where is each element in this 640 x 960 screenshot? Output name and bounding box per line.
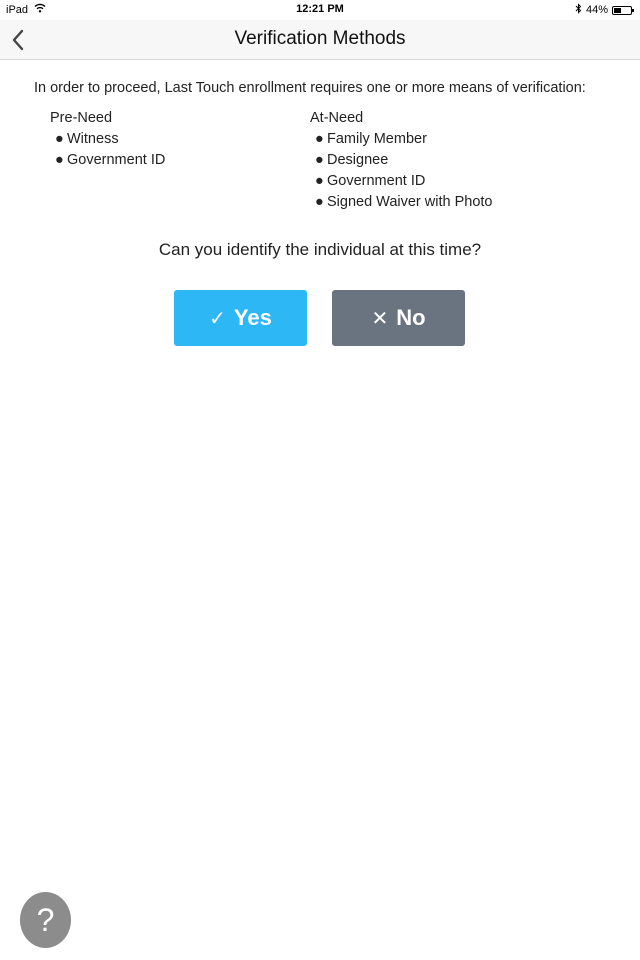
bullet-icon: ●	[315, 152, 324, 168]
bluetooth-icon	[575, 3, 582, 17]
list-item-label: Government ID	[67, 152, 166, 168]
pre-need-section: Pre-Need ● Witness ● Government ID	[50, 108, 165, 171]
bullet-icon: ●	[55, 152, 64, 168]
list-item-label: Signed Waiver with Photo	[327, 194, 493, 210]
pre-need-list: ● Witness ● Government ID	[50, 129, 165, 171]
list-item: ● Family Member	[310, 129, 493, 150]
bullet-icon: ●	[55, 131, 64, 147]
battery-percent: 44%	[585, 4, 608, 16]
status-time: 12:21 PM	[296, 3, 344, 15]
list-item-label: Designee	[327, 152, 389, 168]
bullet-icon: ●	[315, 131, 324, 147]
list-item: ● Government ID	[50, 150, 165, 171]
close-icon: ✕	[371, 307, 389, 330]
intro-text: In order to proceed, Last Touch enrollme…	[34, 80, 586, 96]
yes-button[interactable]: ✓ Yes	[174, 290, 307, 346]
help-button[interactable]: ?	[20, 892, 71, 948]
list-item: ● Designee	[310, 150, 493, 171]
identify-question: Can you identify the individual at this …	[158, 240, 482, 259]
at-need-heading: At-Need	[310, 110, 364, 126]
bullet-icon: ●	[315, 173, 324, 189]
status-right: 44%	[575, 3, 634, 17]
list-item: ● Witness	[50, 129, 165, 150]
no-button-label: No	[396, 305, 426, 330]
at-need-section: At-Need ● Family Member ● Designee ● Govern…	[310, 108, 493, 213]
list-item-label: Government ID	[327, 173, 426, 189]
battery-icon	[612, 5, 634, 15]
yes-button-label: Yes	[233, 305, 272, 330]
checkmark-icon: ✓	[209, 307, 226, 330]
navigation-bar: Verification Methods	[0, 20, 640, 60]
battery-fill	[614, 7, 622, 13]
list-item: ● Signed Waiver with Photo	[310, 192, 493, 213]
pre-need-heading: Pre-Need	[50, 110, 113, 126]
page-title: Verification Methods	[234, 28, 406, 49]
list-item: ● Government ID	[310, 171, 493, 192]
no-button[interactable]: ✕ No	[332, 290, 465, 346]
list-item-label: Family Member	[327, 131, 427, 147]
list-item-label: Witness	[67, 131, 119, 147]
at-need-list: ● Family Member ● Designee ● Government ID …	[310, 129, 493, 213]
status-bar: iPad 12:21 PM 44%	[0, 0, 640, 20]
help-icon: ?	[36, 901, 55, 938]
bullet-icon: ●	[315, 194, 324, 210]
